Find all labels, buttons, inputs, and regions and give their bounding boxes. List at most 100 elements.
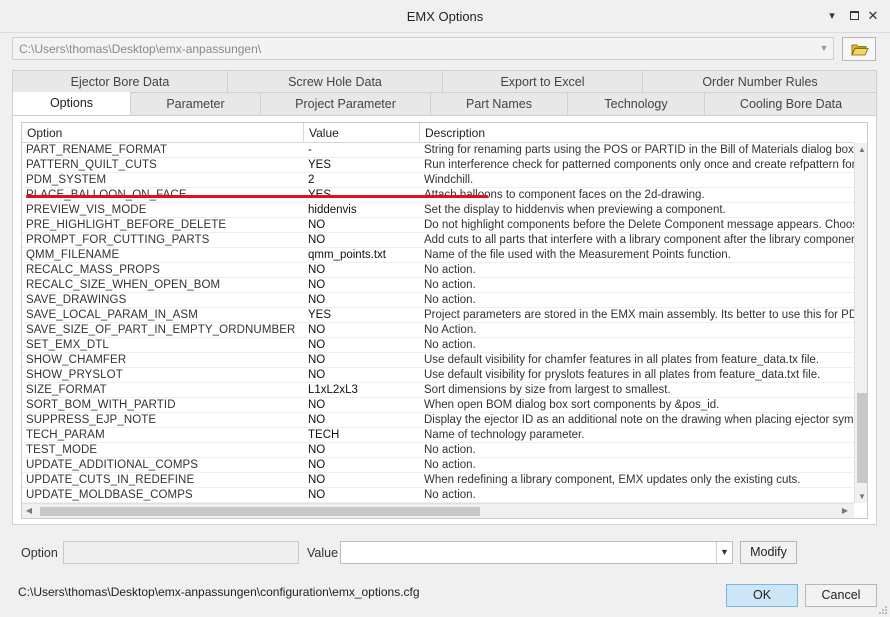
row-value-cell: NO: [308, 294, 326, 306]
tab-cooling-bore-data[interactable]: Cooling Bore Data: [705, 93, 877, 116]
row-value-cell: NO: [308, 219, 326, 231]
table-row[interactable]: PROMPT_FOR_CUTTING_PARTS NO Add cuts to al…: [22, 233, 854, 248]
tab-project-parameter[interactable]: Project Parameter: [261, 93, 431, 116]
row-description-cell: Set the display to hiddenvis when previe…: [424, 204, 726, 216]
scroll-right-arrow-icon[interactable]: ▶: [838, 506, 852, 515]
row-value-cell: TECH: [308, 429, 340, 441]
table-row[interactable]: PDM_SYSTEM 2 Windchill.: [22, 173, 854, 188]
row-description-cell: When redefining a library component, EMX…: [424, 474, 801, 486]
table-row[interactable]: PATTERN_QUILT_CUTS YES Run interference ch…: [22, 158, 854, 173]
close-icon[interactable]: ✕: [866, 9, 880, 23]
row-value-cell: NO: [308, 279, 326, 291]
row-option-cell: UPDATE_ADDITIONAL_COMPS: [26, 459, 199, 471]
table-row[interactable]: TEST_MODE NO No action.: [22, 443, 854, 458]
tab-part-names[interactable]: Part Names: [431, 93, 568, 116]
cancel-button[interactable]: Cancel: [805, 584, 877, 607]
table-header: Option Value Description: [22, 123, 854, 143]
options-table: Option Value Description PART_RENAME_FOR…: [21, 122, 868, 519]
row-value-cell: NO: [308, 444, 326, 456]
table-row[interactable]: RECALC_MASS_PROPS NO No action.: [22, 263, 854, 278]
table-row[interactable]: QMM_FILENAME qmm_points.txt Name of the fi…: [22, 248, 854, 263]
options-panel: Option Value Description PART_RENAME_FOR…: [12, 115, 877, 525]
row-description-cell: No action.: [424, 264, 476, 276]
column-header-description[interactable]: Description: [420, 123, 854, 143]
scroll-up-arrow-icon[interactable]: ▲: [855, 145, 867, 154]
tab-row-secondary: Ejector Bore Data Screw Hole Data Export…: [12, 70, 877, 93]
table-row[interactable]: SAVE_SIZE_OF_PART_IN_EMPTY_ORDNUMBER NO No…: [22, 323, 854, 338]
tab-ejector-bore-data[interactable]: Ejector Bore Data: [13, 71, 228, 93]
table-row[interactable]: SAVE_DRAWINGS NO No action.: [22, 293, 854, 308]
tab-technology[interactable]: Technology: [568, 93, 705, 116]
horizontal-scrollbar[interactable]: ◀ ▶: [22, 503, 854, 518]
row-option-cell: SORT_BOM_WITH_PARTID: [26, 399, 176, 411]
scroll-down-arrow-icon[interactable]: ▼: [855, 492, 867, 501]
table-row[interactable]: SORT_BOM_WITH_PARTID NO When open BOM dial…: [22, 398, 854, 413]
table-row[interactable]: TECH_PARAM TECH Name of technology paramet…: [22, 428, 854, 443]
tab-order-number-rules[interactable]: Order Number Rules: [643, 71, 877, 93]
row-value-cell: NO: [308, 489, 326, 501]
row-value-cell: NO: [308, 354, 326, 366]
row-description-cell: No action.: [424, 279, 476, 291]
table-row[interactable]: RECALC_SIZE_WHEN_OPEN_BOM NO No action.: [22, 278, 854, 293]
row-value-cell: NO: [308, 474, 326, 486]
row-option-cell: SAVE_SIZE_OF_PART_IN_EMPTY_ORDNUMBER: [26, 324, 296, 336]
config-file-path: C:\Users\thomas\Desktop\emx-anpassungen\…: [18, 585, 420, 599]
row-option-cell: UPDATE_MOLDBASE_COMPS: [26, 489, 193, 501]
resize-grip-icon[interactable]: [878, 605, 888, 615]
title-bar: EMX Options ▾ ✕: [0, 0, 890, 33]
row-option-cell: PROMPT_FOR_CUTTING_PARTS: [26, 234, 210, 246]
table-row[interactable]: SHOW_CHAMFER NO Use default visibility for…: [22, 353, 854, 368]
row-option-cell: QMM_FILENAME: [26, 249, 120, 261]
row-value-cell: qmm_points.txt: [308, 249, 386, 261]
row-description-cell: No action.: [424, 339, 476, 351]
folder-open-icon: [851, 44, 869, 56]
ok-button[interactable]: OK: [726, 584, 798, 607]
row-description-cell: No Action.: [424, 324, 477, 336]
horizontal-scroll-thumb[interactable]: [40, 507, 480, 516]
table-row[interactable]: PREVIEW_VIS_MODE hiddenvis Set the display…: [22, 203, 854, 218]
tab-screw-hole-data[interactable]: Screw Hole Data: [228, 71, 443, 93]
tab-parameter[interactable]: Parameter: [131, 93, 261, 116]
dropdown-arrow-icon[interactable]: ▼: [716, 542, 732, 563]
table-row[interactable]: SIZE_FORMAT L1xL2xL3 Sort dimensions by si…: [22, 383, 854, 398]
dropdown-arrow-icon[interactable]: ▼: [815, 38, 833, 59]
table-row[interactable]: PART_RENAME_FORMAT - String for renaming p…: [22, 143, 854, 158]
row-value-cell: NO: [308, 264, 326, 276]
table-row[interactable]: PRE_HIGHLIGHT_BEFORE_DELETE NO Do not high…: [22, 218, 854, 233]
row-option-cell: SHOW_CHAMFER: [26, 354, 127, 366]
row-option-cell: SIZE_FORMAT: [26, 384, 107, 396]
column-header-value[interactable]: Value: [304, 123, 420, 143]
row-description-cell: Use default visibility for chamfer featu…: [424, 354, 820, 366]
table-row[interactable]: SET_EMX_DTL NO No action.: [22, 338, 854, 353]
row-option-cell: RECALC_SIZE_WHEN_OPEN_BOM: [26, 279, 221, 291]
column-header-option[interactable]: Option: [22, 123, 304, 143]
row-value-cell: NO: [308, 324, 326, 336]
vertical-scroll-thumb[interactable]: [857, 393, 867, 483]
row-option-cell: TEST_MODE: [26, 444, 98, 456]
path-selector-value: C:\Users\thomas\Desktop\emx-anpassungen\: [19, 42, 262, 56]
table-row[interactable]: SAVE_LOCAL_PARAM_IN_ASM YES Project parame…: [22, 308, 854, 323]
highlight-underline: [26, 195, 488, 198]
value-combo[interactable]: ▼: [340, 541, 733, 564]
row-description-cell: Name of technology parameter.: [424, 429, 585, 441]
modify-button[interactable]: Modify: [740, 541, 797, 564]
table-row[interactable]: SHOW_PRYSLOT NO Use default visibility for…: [22, 368, 854, 383]
tab-options[interactable]: Options: [13, 92, 131, 117]
table-row[interactable]: UPDATE_CUTS_IN_REDEFINE NO When redefining…: [22, 473, 854, 488]
row-description-cell: Do not highlight components before the D…: [424, 219, 854, 231]
scroll-left-arrow-icon[interactable]: ◀: [22, 506, 36, 515]
browse-folder-button[interactable]: [842, 37, 876, 61]
path-selector[interactable]: C:\Users\thomas\Desktop\emx-anpassungen\…: [12, 37, 834, 60]
row-value-cell: NO: [308, 399, 326, 411]
table-row[interactable]: SUPPRESS_EJP_NOTE NO Display the ejector I…: [22, 413, 854, 428]
window-menu-icon[interactable]: ▾: [825, 9, 839, 23]
row-value-cell: NO: [308, 414, 326, 426]
table-row[interactable]: UPDATE_ADDITIONAL_COMPS NO No action.: [22, 458, 854, 473]
row-value-cell: NO: [308, 459, 326, 471]
maximize-icon[interactable]: [847, 9, 861, 23]
tab-export-to-excel[interactable]: Export to Excel: [443, 71, 643, 93]
row-description-cell: No action.: [424, 294, 476, 306]
table-row[interactable]: UPDATE_MOLDBASE_COMPS NO No action.: [22, 488, 854, 503]
row-value-cell: YES: [308, 309, 332, 321]
vertical-scrollbar[interactable]: ▲ ▼: [854, 143, 867, 503]
